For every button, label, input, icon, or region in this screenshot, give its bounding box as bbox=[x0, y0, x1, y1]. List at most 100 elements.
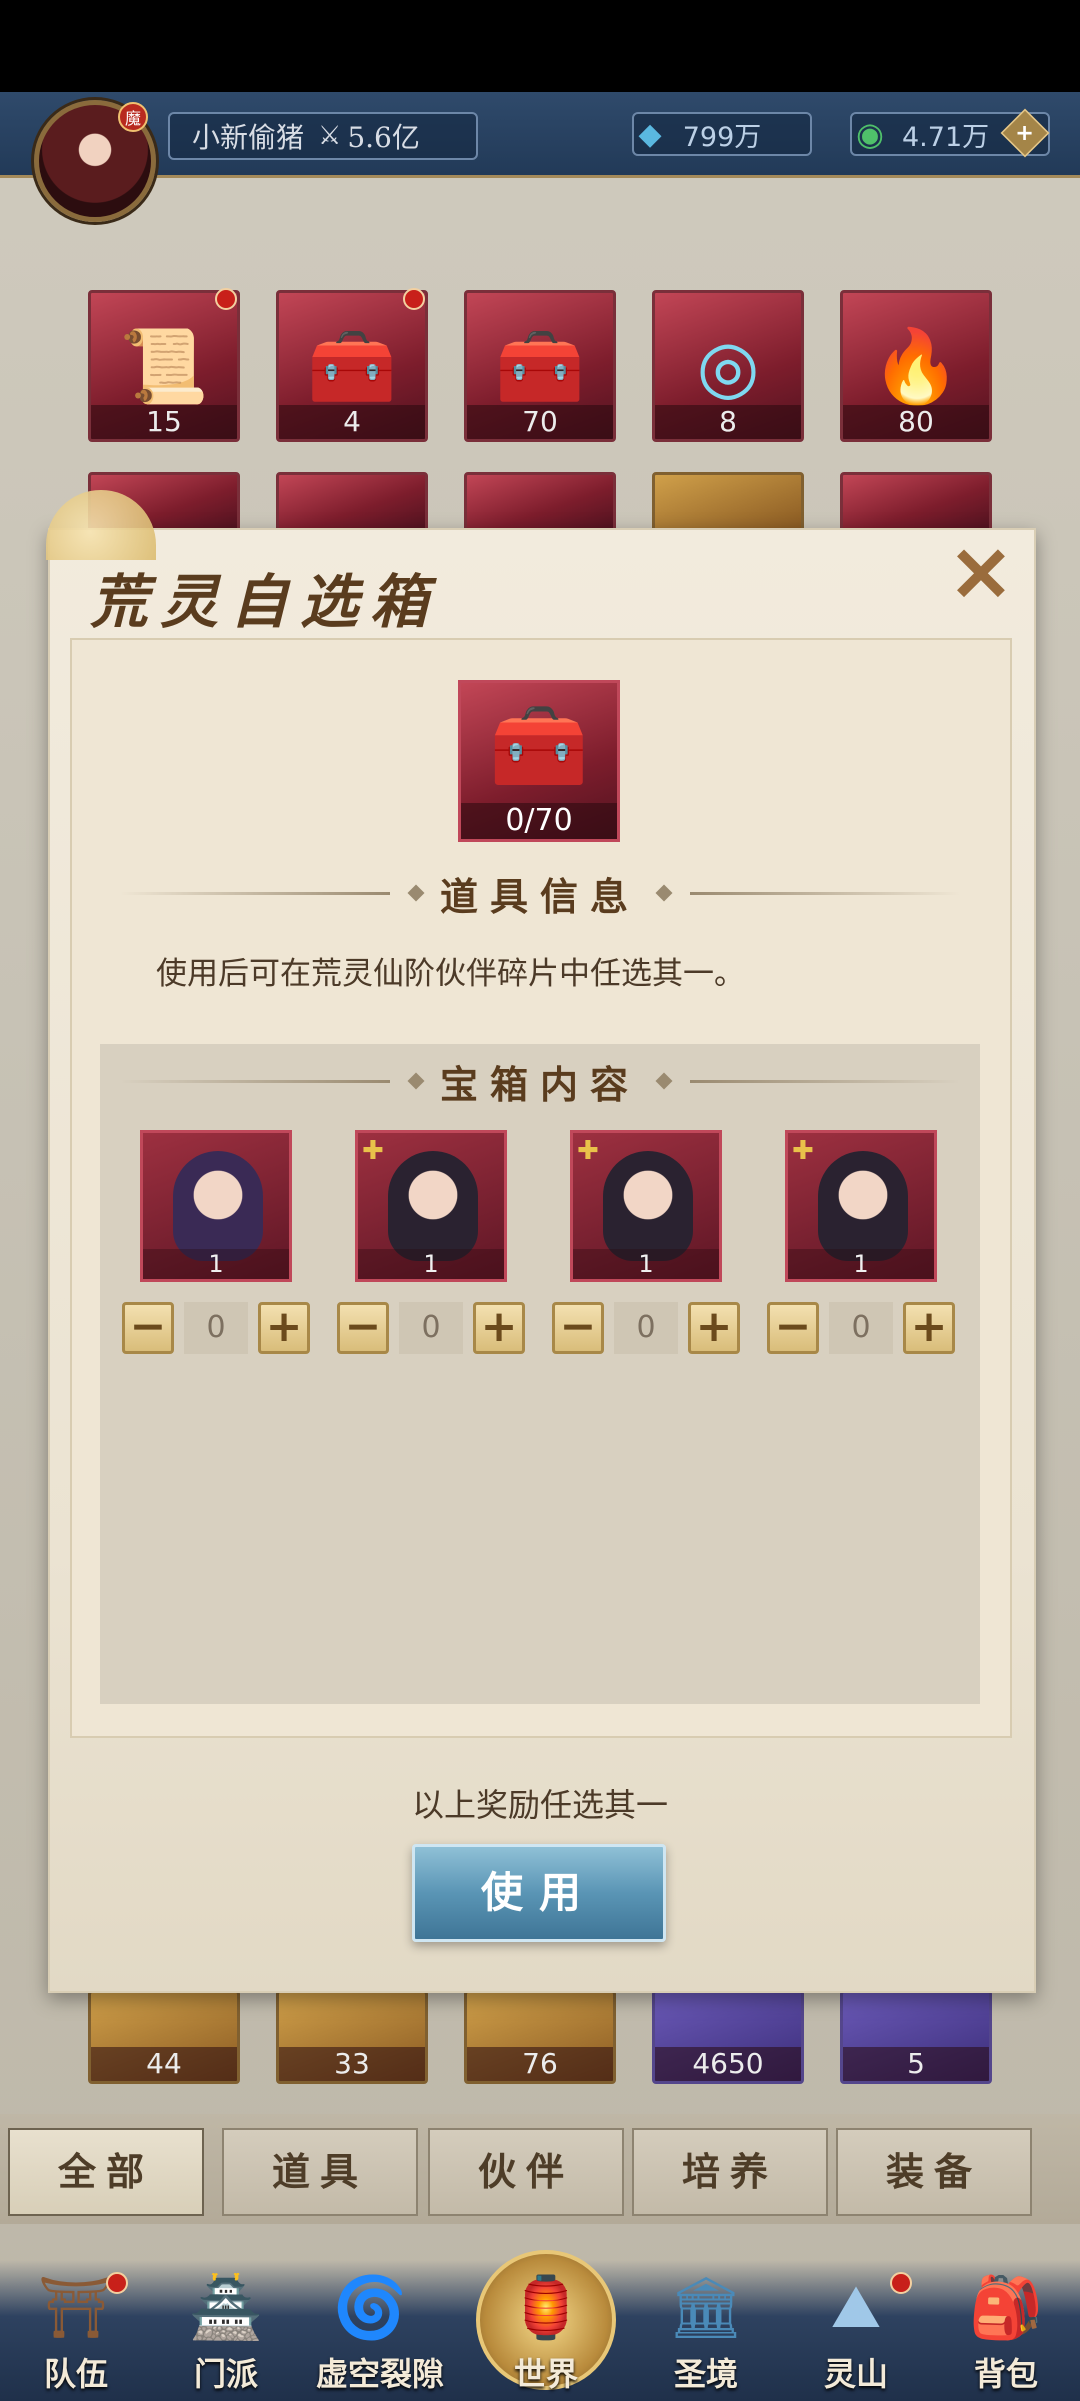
card-count: 1 bbox=[143, 1249, 289, 1279]
partner-portrait bbox=[603, 1151, 693, 1261]
nav-label: 门派 bbox=[193, 2355, 258, 2393]
power-value: 5.6亿 bbox=[347, 121, 420, 154]
team-icon: ⛩ bbox=[37, 2272, 115, 2343]
slot-count: 80 bbox=[843, 405, 989, 439]
decrement-button[interactable]: − bbox=[337, 1302, 389, 1354]
notification-dot bbox=[403, 288, 425, 310]
puzzle-piece-icon: ✚ bbox=[362, 1136, 384, 1166]
diamond-icon bbox=[655, 1072, 673, 1090]
slot-count: 76 bbox=[467, 2047, 613, 2081]
decrement-button[interactable]: − bbox=[122, 1302, 174, 1354]
increment-button[interactable]: + bbox=[903, 1302, 955, 1354]
inventory-slot[interactable]: 📜 15 bbox=[88, 290, 240, 442]
nav-label: 灵山 bbox=[823, 2355, 888, 2393]
notification-dot bbox=[215, 288, 237, 310]
tab-all[interactable]: 全部 bbox=[8, 2128, 204, 2216]
partner-fragment-card[interactable]: ✚ 1 bbox=[785, 1130, 937, 1282]
backpack-icon: 🎒 bbox=[968, 2272, 1044, 2343]
nav-label: 背包 bbox=[973, 2355, 1038, 2393]
inventory-slot[interactable]: 🔥 80 bbox=[840, 290, 992, 442]
increment-button[interactable]: + bbox=[473, 1302, 525, 1354]
power-icon: ⚔ bbox=[318, 121, 342, 151]
quantity-value: 0 bbox=[829, 1302, 893, 1354]
partner-fragment-card[interactable]: ✚ 1 bbox=[355, 1130, 507, 1282]
nav-sect[interactable]: 🏯 门派 bbox=[156, 2262, 296, 2401]
tab-equipment[interactable]: 装备 bbox=[836, 2128, 1032, 2216]
card-count: 1 bbox=[788, 1249, 934, 1279]
slot-count: 4 bbox=[279, 405, 425, 439]
temple-icon: 🏯 bbox=[188, 2272, 264, 2343]
quantity-value: 0 bbox=[614, 1302, 678, 1354]
inventory-slot[interactable]: 🧰 70 bbox=[464, 290, 616, 442]
nav-holy-land[interactable]: 🏛 圣境 bbox=[636, 2262, 776, 2401]
nav-label: 圣境 bbox=[673, 2355, 738, 2393]
avatar-badge: 魔 bbox=[118, 102, 148, 132]
inventory-slot[interactable] bbox=[840, 472, 992, 532]
partner-fragment-card[interactable]: 1 bbox=[140, 1130, 292, 1282]
partner-portrait bbox=[173, 1151, 263, 1261]
decrement-button[interactable]: − bbox=[552, 1302, 604, 1354]
quantity-value: 0 bbox=[184, 1302, 248, 1354]
inventory-slot[interactable]: ◎ 8 bbox=[652, 290, 804, 442]
nav-backpack[interactable]: 🎒 背包 bbox=[936, 2262, 1076, 2401]
partner-portrait bbox=[818, 1151, 908, 1261]
slot-count: 33 bbox=[279, 2047, 425, 2081]
card-count: 1 bbox=[358, 1249, 504, 1279]
item-preview: 🧰 0/70 bbox=[458, 680, 620, 842]
divider bbox=[690, 1079, 961, 1083]
nav-label: 世界 bbox=[513, 2355, 578, 2393]
close-button[interactable]: ✕ bbox=[946, 537, 1016, 613]
item-count: 0/70 bbox=[461, 803, 617, 839]
section-label: 宝箱内容 bbox=[440, 1061, 641, 1107]
dialog-title: 荒灵自选箱 bbox=[90, 568, 441, 636]
partner-portrait bbox=[388, 1151, 478, 1261]
inventory-slot[interactable] bbox=[464, 472, 616, 532]
section-label: 道具信息 bbox=[440, 873, 641, 919]
decrement-button[interactable]: − bbox=[767, 1302, 819, 1354]
notification-dot bbox=[890, 2272, 912, 2294]
notification-dot bbox=[106, 2272, 128, 2294]
coin-icon: ◉ bbox=[856, 115, 884, 153]
tab-partners[interactable]: 伙伴 bbox=[428, 2128, 624, 2216]
increment-button[interactable]: + bbox=[258, 1302, 310, 1354]
slot-count: 8 bbox=[655, 405, 801, 439]
tab-cultivation[interactable]: 培养 bbox=[632, 2128, 828, 2216]
slot-count: 44 bbox=[91, 2047, 237, 2081]
player-name: 小新偷猪 bbox=[192, 121, 305, 154]
slot-count: 4650 bbox=[655, 2047, 801, 2081]
increment-button[interactable]: + bbox=[688, 1302, 740, 1354]
crystal-icon: ◆ bbox=[638, 116, 662, 152]
tab-items[interactable]: 道具 bbox=[222, 2128, 418, 2216]
selection-hint: 以上奖励任选其一 bbox=[411, 1786, 668, 1824]
player-name-box: 小新偷猪 ⚔ 5.6亿 bbox=[168, 112, 478, 160]
inventory-slot[interactable]: 44 bbox=[88, 1990, 240, 2084]
inventory-slot[interactable]: 5 bbox=[840, 1990, 992, 2084]
partner-fragment-card[interactable]: ✚ 1 bbox=[570, 1130, 722, 1282]
divider bbox=[690, 891, 961, 895]
slot-count: 15 bbox=[91, 405, 237, 439]
nav-label: 队伍 bbox=[43, 2355, 108, 2393]
palace-icon: 🏮 bbox=[508, 2272, 584, 2343]
divider bbox=[120, 1079, 390, 1083]
slot-count: 70 bbox=[467, 405, 613, 439]
puzzle-piece-icon: ✚ bbox=[577, 1136, 599, 1166]
nav-label: 虚空裂隙 bbox=[315, 2355, 444, 2393]
nav-void-rift[interactable]: 🌀 虚空裂隙 bbox=[300, 2262, 460, 2401]
inventory-slot[interactable]: 76 bbox=[464, 1990, 616, 2084]
item-info-header: 道具信息 bbox=[100, 868, 980, 919]
inventory-slot[interactable] bbox=[652, 472, 804, 532]
rift-icon: 🌀 bbox=[332, 2272, 408, 2343]
mountain-icon: ⛰ bbox=[830, 2272, 882, 2342]
inventory-slot[interactable]: 33 bbox=[276, 1990, 428, 2084]
pagoda-icon: 🏛 bbox=[667, 2272, 745, 2343]
box-content-header: 宝箱内容 bbox=[100, 1056, 980, 1107]
inventory-slot[interactable] bbox=[276, 472, 428, 532]
nav-world[interactable]: 🏮 世界 bbox=[476, 2262, 616, 2401]
use-button[interactable]: 使用 bbox=[412, 1844, 666, 1942]
treasure-chest-icon: 🧰 bbox=[489, 699, 589, 792]
quantity-value: 0 bbox=[399, 1302, 463, 1354]
slot-count: 5 bbox=[843, 2047, 989, 2081]
inventory-slot[interactable]: 🧰 4 bbox=[276, 290, 428, 442]
puzzle-piece-icon: ✚ bbox=[792, 1136, 814, 1166]
inventory-slot[interactable]: 4650 bbox=[652, 1990, 804, 2084]
